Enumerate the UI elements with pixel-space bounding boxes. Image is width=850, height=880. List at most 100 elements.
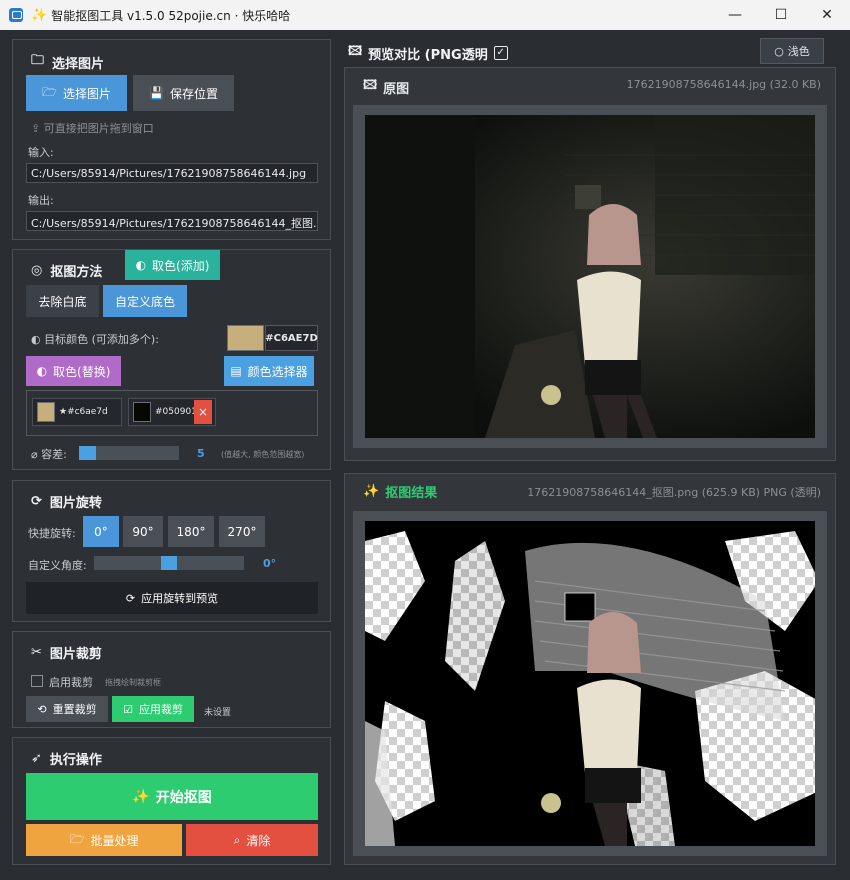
custom-angle-thumb[interactable]	[161, 556, 177, 570]
check-icon: ☑	[123, 702, 133, 716]
pick-add-label: 取色(添加)	[152, 258, 210, 273]
save-location-button-label: 保存位置	[169, 86, 218, 101]
minimize-button[interactable]: —	[712, 0, 758, 30]
color-chip[interactable]: ★#c6ae7d	[32, 398, 122, 426]
method-panel: ◎ 抠图方法 去除白底 自定义底色 ◐ 目标颜色 (可添加多个): #C6AE7…	[12, 249, 331, 470]
reset-crop-button[interactable]: ⟲ 重置裁剪	[26, 696, 108, 722]
crop-status: 未设置	[204, 708, 232, 718]
input-path-field[interactable]: C:/Users/85914/Pictures/1762190875864614…	[26, 163, 318, 183]
image-icon: 🖾	[363, 78, 378, 93]
folder-icon: 🗀	[31, 53, 45, 68]
image-icon: 🖾	[348, 44, 363, 59]
rocket-icon: ➶	[31, 751, 42, 766]
action-panel-title-text: 执行操作	[49, 753, 102, 768]
clear-label: 清除	[246, 833, 271, 848]
rotate-90-button[interactable]: 90°	[123, 516, 163, 547]
upload-icon: ⇪	[31, 122, 41, 135]
target-color-label-text: 目标颜色 (可添加多个):	[44, 333, 159, 346]
apply-crop-button[interactable]: ☑ 应用裁剪	[112, 696, 194, 722]
batch-process-label: 批量处理	[90, 833, 139, 848]
result-photo	[365, 521, 815, 846]
crop-panel-title-text: 图片裁剪	[49, 647, 102, 662]
result-title: ✨ 抠图结果	[363, 482, 437, 501]
rotate-panel-title-text: 图片旋转	[49, 496, 102, 511]
original-title: 🖾 原图	[363, 76, 409, 98]
apply-rotation-button[interactable]: ⟳ 应用旋转到预览	[26, 582, 318, 614]
preview-header-text: 预览对比 (PNG透明	[368, 47, 488, 63]
method-panel-title-text: 抠图方法	[50, 265, 103, 280]
pick-replace-label: 取色(替换)	[53, 364, 111, 379]
tolerance-slider[interactable]	[79, 446, 179, 460]
sparkle-icon: ✨	[31, 7, 48, 23]
app-icon	[9, 8, 23, 22]
chip-label: ★#c6ae7d	[59, 407, 108, 417]
target-color-label: ◐ 目标颜色 (可添加多个):	[31, 331, 159, 347]
custom-angle-label: 自定义角度:	[28, 559, 87, 572]
title-bar: ✨ 智能抠图工具 v1.5.0 52pojie.cn · 快乐哈哈 — ☐ ✕	[0, 0, 850, 30]
original-info: 17621908758646144.jpg (32.0 KB)	[626, 78, 821, 91]
palette-icon: ◐	[135, 258, 147, 272]
rotate-panel: ⟳ 图片旋转 快捷旋转: 0° 90° 180° 270° 自定义角度: 0° …	[12, 480, 331, 622]
clear-button[interactable]: ⌕ 清除	[186, 824, 318, 856]
light-theme-button[interactable]: ○ 浅色	[760, 38, 824, 64]
save-location-button[interactable]: 💾 保存位置	[133, 75, 234, 111]
pick-color-add-button[interactable]: ◐ 取色(添加)	[125, 250, 220, 280]
original-image-frame	[353, 105, 827, 448]
batch-process-button[interactable]: 🗁 批量处理	[26, 824, 182, 856]
tab-remove-white[interactable]: 去除白底	[26, 285, 99, 317]
custom-angle-value: 0°	[263, 557, 277, 570]
window-title: 智能抠图工具 v1.5.0 52pojie.cn · 快乐哈哈	[51, 8, 291, 23]
drag-hint-text: 可直接把图片拖到窗口	[43, 122, 154, 135]
color-chip-list: ★#c6ae7d #050901 ×	[26, 390, 318, 436]
original-photo	[365, 115, 815, 438]
scissors-icon: ✂	[31, 645, 42, 660]
sparkle-icon: ✨	[363, 484, 380, 499]
tolerance-hint: (值越大, 颜色范围越宽)	[221, 450, 305, 459]
apply-crop-label: 应用裁剪	[138, 703, 183, 716]
rotate-180-button[interactable]: 180°	[168, 516, 214, 547]
enable-crop-checkbox[interactable]	[31, 675, 43, 687]
tab-custom-color[interactable]: 自定义底色	[103, 285, 187, 317]
enable-crop-label: 启用裁剪	[49, 676, 93, 689]
chip-swatch	[133, 402, 151, 422]
result-image-frame	[353, 511, 827, 856]
target-icon: ◎	[31, 263, 43, 278]
target-color-swatch[interactable]	[227, 325, 264, 351]
tolerance-label-text: 容差:	[41, 448, 67, 461]
checkbox-icon: ✓	[493, 46, 508, 60]
original-image	[365, 115, 815, 438]
folder-open-icon: 🗁	[42, 84, 57, 99]
action-panel-title: ➶ 执行操作	[31, 749, 102, 768]
select-panel-title: 🗀 选择图片	[31, 51, 104, 73]
maximize-button[interactable]: ☐	[758, 0, 804, 30]
result-image-panel: ✨ 抠图结果 17621908758646144_抠图.png (625.9 K…	[344, 473, 836, 865]
clipboard-icon: ▤	[230, 364, 242, 378]
output-path-field[interactable]: C:/Users/85914/Pictures/1762190875864614…	[26, 211, 318, 231]
tolerance-slider-fill	[79, 446, 96, 460]
input-label: 输入:	[28, 146, 54, 159]
paperclip-icon: ⌀	[31, 448, 38, 461]
palette-icon: ◐	[36, 364, 48, 378]
select-image-button-label: 选择图片	[62, 86, 111, 101]
rotate-icon: ⟳	[31, 494, 42, 509]
sparkle-icon: ✨	[132, 788, 150, 805]
custom-angle-slider[interactable]	[94, 556, 244, 570]
color-picker-button[interactable]: ▤ 颜色选择器	[224, 356, 314, 386]
circle-icon: ○	[774, 44, 784, 58]
folder-open-icon: 🗁	[69, 831, 85, 846]
rotate-270-button[interactable]: 270°	[219, 516, 265, 547]
close-button[interactable]: ✕	[804, 0, 850, 30]
pick-color-replace-button[interactable]: ◐ 取色(替换)	[26, 356, 121, 386]
select-image-button[interactable]: 🗁 选择图片	[26, 75, 127, 111]
target-color-hex: #C6AE7D	[265, 325, 318, 351]
crop-panel: ✂ 图片裁剪 启用裁剪 拖拽绘制裁剪框 ⟲ 重置裁剪 ☑ 应用裁剪 未设置	[12, 631, 331, 728]
select-image-panel: 🗀 选择图片 🗁 选择图片 💾 保存位置 ⇪ 可直接把图片拖到窗口 输入: C:…	[12, 39, 331, 240]
apply-rotation-label: 应用旋转到预览	[141, 592, 219, 605]
result-image	[365, 521, 815, 846]
start-cutout-button[interactable]: ✨ 开始抠图	[26, 773, 318, 820]
remove-chip-button[interactable]: ×	[194, 400, 212, 424]
reset-crop-label: 重置裁剪	[52, 703, 97, 716]
save-icon: 💾	[149, 86, 164, 100]
rotate-0-button[interactable]: 0°	[83, 516, 119, 547]
rotate-panel-title: ⟳ 图片旋转	[31, 492, 102, 511]
